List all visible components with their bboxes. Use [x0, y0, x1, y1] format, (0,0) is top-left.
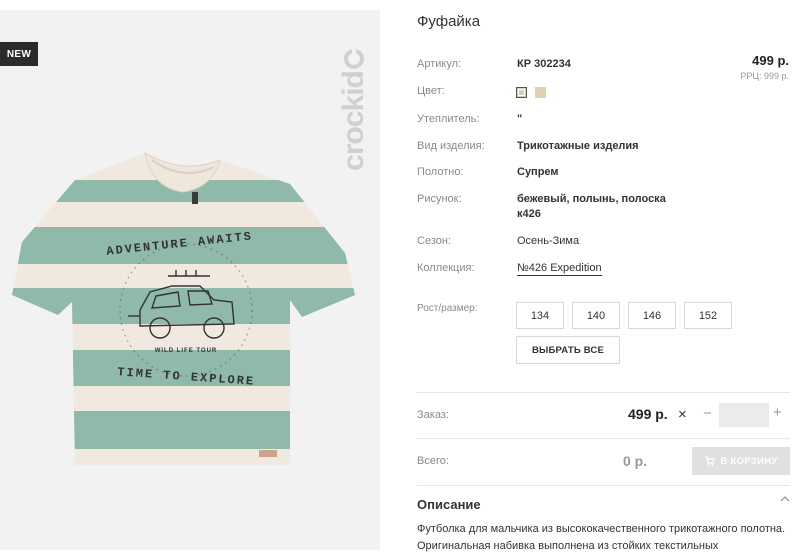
- quantity-input[interactable]: [719, 403, 769, 427]
- size-option-152[interactable]: 152: [684, 302, 732, 329]
- multiply-icon: ×: [678, 406, 687, 423]
- spec-value: КР 302234: [517, 58, 571, 70]
- size-option-134[interactable]: 134: [516, 302, 564, 329]
- add-to-cart-button[interactable]: В КОРЗИНУ: [692, 447, 790, 475]
- quantity-increase-button[interactable]: +: [773, 404, 782, 421]
- spec-value-line2: к426: [517, 208, 541, 220]
- divider: [417, 485, 790, 486]
- total-label: Всего:: [417, 455, 449, 467]
- cart-icon: [705, 455, 716, 466]
- chevron-up-icon[interactable]: [780, 495, 790, 503]
- add-to-cart-label: В КОРЗИНУ: [720, 455, 778, 467]
- spec-label: Цвет:: [417, 85, 445, 97]
- divider: [417, 438, 790, 439]
- spec-label: Сезон:: [417, 235, 451, 247]
- divider: [417, 392, 790, 393]
- color-swatch-sand[interactable]: [535, 87, 546, 98]
- spec-value: Супрем: [517, 166, 559, 178]
- quantity-decrease-button[interactable]: −: [703, 405, 712, 422]
- spec-label: Артикул:: [417, 58, 462, 70]
- total-value: 0 р.: [623, 453, 648, 469]
- spec-label: Полотно:: [417, 166, 464, 178]
- size-option-140[interactable]: 140: [572, 302, 620, 329]
- spec-value: Осень-Зима: [517, 235, 580, 247]
- collection-link[interactable]: №426 Expedition: [517, 262, 602, 276]
- product-rrc-price: РРЦ: 999 р.: [740, 71, 789, 81]
- spec-value: ": [517, 113, 523, 125]
- brand-logo: crockid: [337, 49, 371, 171]
- product-image[interactable]: ADVENTURE AWAITS TIME TO EXPLORE WILD LI…: [0, 10, 380, 550]
- new-badge: NEW: [0, 42, 38, 66]
- select-all-button[interactable]: ВЫБРАТЬ ВСЕ: [516, 336, 620, 364]
- size-label: Рост/размер:: [417, 303, 478, 314]
- spec-label: Рисунок:: [417, 193, 462, 205]
- spec-value: Трикотажные изделия: [517, 140, 639, 152]
- product-title: Фуфайка: [417, 13, 481, 30]
- description-title[interactable]: Описание: [417, 497, 481, 512]
- color-swatch-beige[interactable]: [516, 87, 527, 98]
- print-middle-text: WILD LIFE TOUR: [155, 348, 218, 354]
- tshirt-image: ADVENTURE AWAITS TIME TO EXPLORE WILD LI…: [12, 152, 355, 465]
- size-option-146[interactable]: 146: [628, 302, 676, 329]
- spec-label: Вид изделия:: [417, 140, 485, 152]
- product-price: 499 р.: [752, 53, 789, 68]
- spec-value: бежевый, полынь, полоска: [517, 193, 666, 205]
- spec-label: Утеплитель:: [417, 113, 480, 125]
- brand-logo-text: crockid: [337, 71, 370, 171]
- order-price: 499 р.: [628, 406, 668, 422]
- logo-mark-icon: [344, 49, 364, 70]
- order-label: Заказ:: [417, 409, 449, 421]
- spec-label: Коллекция:: [417, 262, 475, 274]
